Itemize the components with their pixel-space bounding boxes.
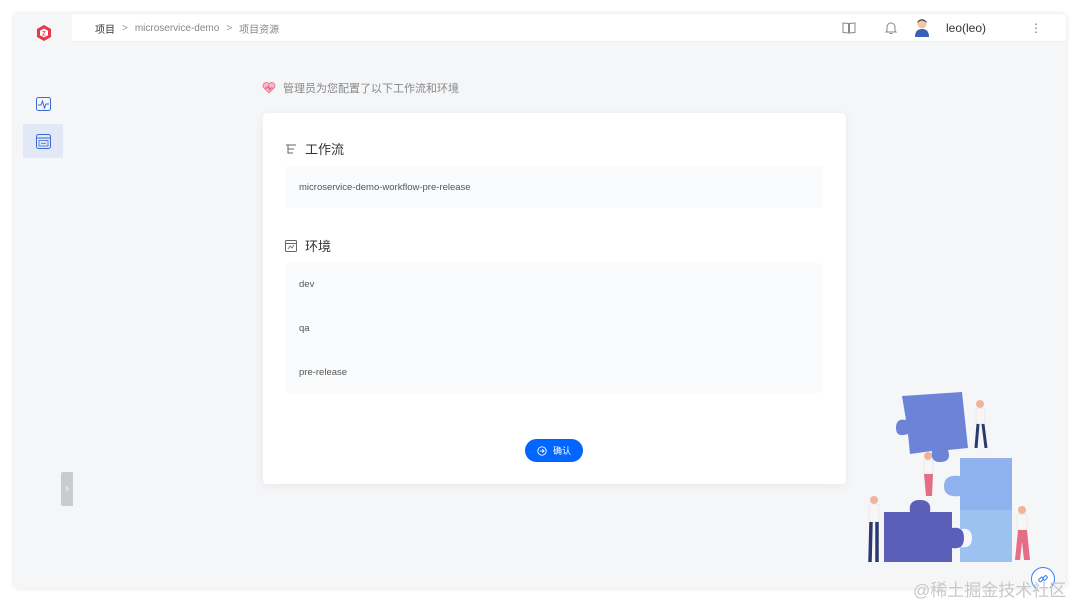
- heart-icon: [262, 82, 276, 94]
- bell-icon[interactable]: [883, 20, 899, 36]
- svg-text:Z: Z: [42, 32, 46, 38]
- username[interactable]: leo(leo): [946, 14, 986, 42]
- breadcrumb-projects[interactable]: 项目: [95, 21, 115, 36]
- book-icon[interactable]: [841, 20, 857, 36]
- environment-icon: [285, 239, 297, 252]
- sidebar-item-monitor[interactable]: [23, 87, 63, 121]
- resource-card: 工作流 microservice-demo-workflow-pre-relea…: [263, 113, 846, 484]
- puzzle-illustration: [844, 392, 1049, 587]
- arrow-circle-icon: [537, 445, 547, 456]
- workflow-icon: [286, 144, 296, 153]
- notice: 管理员为您配置了以下工作流和环境: [262, 80, 459, 96]
- avatar[interactable]: [913, 18, 931, 38]
- workflow-item[interactable]: microservice-demo-workflow-pre-release: [299, 182, 471, 193]
- chevron-right-icon: ›: [65, 483, 69, 495]
- logo-icon: Z: [35, 24, 53, 42]
- notice-text: 管理员为您配置了以下工作流和环境: [283, 83, 459, 95]
- breadcrumb-separator: >: [226, 22, 233, 34]
- env-list: dev qa pre-release: [285, 263, 823, 393]
- env-item-qa[interactable]: qa: [299, 323, 310, 334]
- breadcrumb-current: 项目资源: [239, 24, 280, 36]
- env-item-pre-release[interactable]: pre-release: [299, 367, 347, 378]
- app-window: Z › 项目 > microservice-demo > 项目资源 leo(le…: [14, 14, 1066, 588]
- env-item-dev[interactable]: dev: [299, 279, 314, 290]
- sidebar-item-project-resources[interactable]: [23, 124, 63, 158]
- activity-icon: [35, 97, 51, 111]
- more-menu-icon[interactable]: ⋮: [1030, 14, 1042, 42]
- topbar: 项目 > microservice-demo > 项目资源 leo(leo) ⋮: [72, 14, 1066, 42]
- workflow-list: microservice-demo-workflow-pre-release: [285, 166, 823, 208]
- sidebar-expand-handle[interactable]: ›: [61, 472, 73, 506]
- workflow-section-title: 工作流: [285, 139, 344, 158]
- resource-icon: [35, 133, 51, 149]
- env-section-title: 环境: [285, 236, 331, 255]
- watermark: @稀土掘金技术社区: [913, 581, 1067, 600]
- confirm-button[interactable]: 确认: [525, 439, 583, 462]
- breadcrumb: 项目 > microservice-demo > 项目资源: [95, 14, 279, 42]
- confirm-label: 确认: [552, 446, 571, 456]
- breadcrumb-project[interactable]: microservice-demo: [135, 23, 219, 34]
- breadcrumb-separator: >: [122, 22, 128, 34]
